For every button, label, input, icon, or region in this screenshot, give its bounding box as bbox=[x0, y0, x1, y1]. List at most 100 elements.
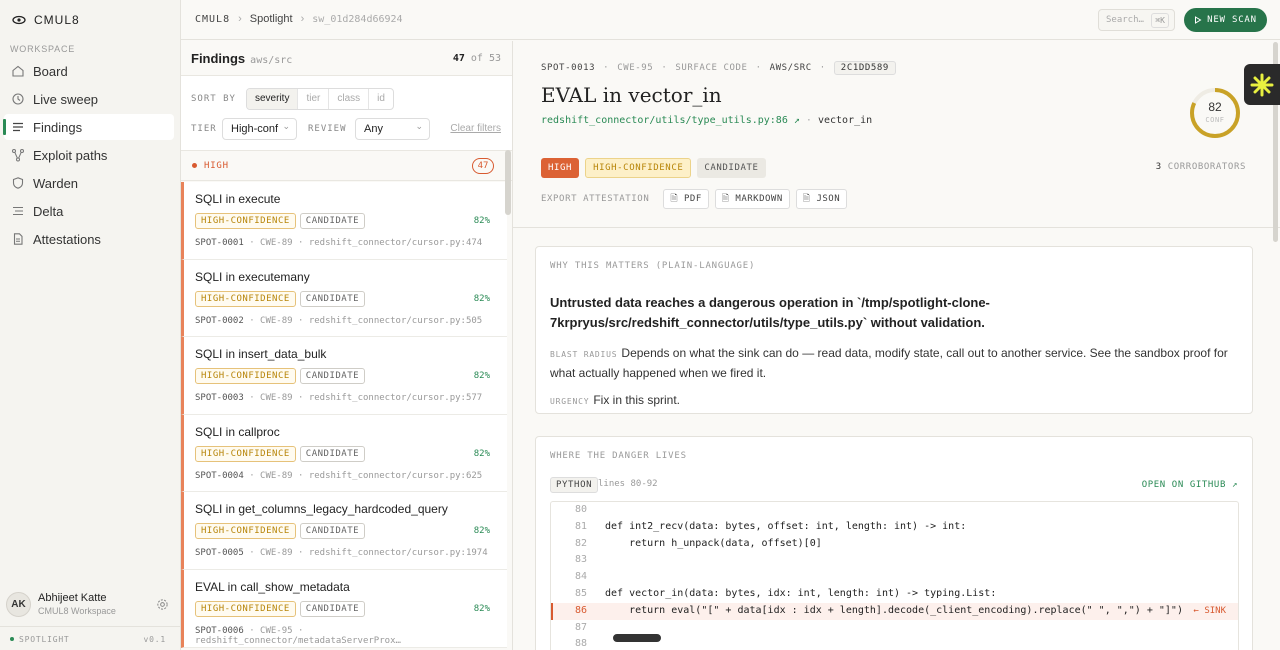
finding-detail: SPOT-0013 · CWE-95 · SURFACE CODE · AWS/SRC… bbox=[513, 41, 1280, 650]
card-title: WHY THIS MATTERS (PLAIN-LANGUAGE) bbox=[550, 261, 756, 271]
document-icon bbox=[13, 233, 23, 245]
tier-badge: HIGH-CONFIDENCE bbox=[195, 445, 296, 462]
finding-title: EVAL in call_show_metadata bbox=[195, 579, 350, 594]
detail-header: SPOT-0013 · CWE-95 · SURFACE CODE · AWS/SRC… bbox=[513, 41, 1280, 228]
sidebar-item-live-sweep[interactable]: Live sweep bbox=[4, 86, 174, 112]
line-number: 86 bbox=[574, 604, 587, 616]
surface-label: SURFACE CODE bbox=[675, 63, 748, 73]
eye-logo-icon bbox=[12, 15, 26, 25]
list-icon bbox=[13, 122, 23, 132]
home-icon bbox=[12, 65, 24, 77]
line-number: 80 bbox=[574, 504, 587, 515]
status-badge: CANDIDATE bbox=[299, 445, 366, 462]
line-number: 85 bbox=[574, 587, 587, 599]
finding-item[interactable]: SQLI in callproc HIGH-CONFIDENCE CANDIDAT… bbox=[181, 414, 507, 493]
file-icon: 🗎 bbox=[802, 194, 817, 204]
urgency: URGENCY Fix in this sprint. bbox=[550, 393, 681, 407]
search-input[interactable]: Search… ⌘K bbox=[1098, 9, 1175, 31]
brand-name: CMUL8 bbox=[34, 13, 80, 27]
finding-item[interactable]: SQLI in execute HIGH-CONFIDENCE CANDIDATE… bbox=[181, 182, 507, 260]
sidebar-item-attestations[interactable]: Attestations bbox=[4, 226, 174, 252]
line-number: 81 bbox=[574, 520, 587, 532]
blast-radius: BLAST RADIUS Depends on what the sink can… bbox=[550, 346, 1228, 380]
clear-filters-link[interactable]: Clear filters bbox=[450, 123, 501, 134]
sidebar-item-findings[interactable]: Findings bbox=[3, 114, 174, 140]
shield-icon bbox=[12, 177, 24, 189]
sidebar-item-label: Board bbox=[33, 63, 68, 79]
status-badge: CANDIDATE bbox=[299, 213, 366, 229]
open-on-github-link[interactable]: OPEN ON GITHUB ↗ bbox=[1142, 480, 1238, 490]
tier-badge: HIGH-CONFIDENCE bbox=[195, 523, 296, 540]
finding-item[interactable]: SQLI in executemany HIGH-CONFIDENCE CANDI… bbox=[181, 259, 507, 338]
sort-label: SORT BY bbox=[191, 94, 236, 104]
status-badge: CANDIDATE bbox=[299, 368, 366, 385]
gear-icon[interactable] bbox=[156, 598, 169, 611]
sidebar-item-warden[interactable]: Warden bbox=[4, 170, 174, 196]
user-workspace: CMUL8 Workspace bbox=[38, 606, 116, 616]
status-dot bbox=[10, 637, 14, 641]
new-scan-label: NEW SCAN bbox=[1207, 15, 1257, 25]
avatar: AK bbox=[6, 592, 31, 617]
code-horizontal-scrollbar[interactable] bbox=[613, 634, 661, 642]
search-placeholder: Search… bbox=[1106, 15, 1144, 25]
code-viewer: 80 81 def int2_recv(data: bytes, offset: i… bbox=[550, 501, 1239, 650]
workspace-label: WORKSPACE bbox=[10, 44, 76, 54]
confidence-label: CONF bbox=[1205, 116, 1225, 124]
finding-title: SQLI in get_columns_legacy_hardcoded_que… bbox=[195, 502, 448, 517]
review-select[interactable]: Any bbox=[355, 116, 430, 140]
sort-option-id[interactable]: id bbox=[369, 89, 393, 109]
file-icon: 🗎 bbox=[670, 194, 684, 204]
confidence-percent: 82% bbox=[473, 603, 490, 614]
export-markdown-button[interactable]: 🗎 MARKDOWN bbox=[714, 189, 790, 209]
export-json-button[interactable]: 🗎 JSON bbox=[795, 189, 848, 209]
filters-panel: SORT BY severity tier class id TIER High… bbox=[181, 75, 512, 151]
line-number: 83 bbox=[574, 554, 587, 566]
findings-count: 47 of 53 bbox=[452, 53, 501, 64]
sidebar-item-label: Attestations bbox=[33, 231, 101, 247]
severity-count: 47 bbox=[472, 158, 494, 174]
code-line: 85 def vector_in(data: bytes, idx: int, l… bbox=[551, 586, 1238, 603]
finding-item[interactable]: SQLI in get_columns_legacy_hardcoded_que… bbox=[181, 492, 507, 570]
new-scan-button[interactable]: NEW SCAN bbox=[1184, 8, 1267, 32]
code-line: 81 def int2_recv(data: bytes, offset: int… bbox=[551, 519, 1238, 536]
list-scrollbar[interactable] bbox=[505, 150, 511, 215]
sink-marker: ← SINK bbox=[1193, 605, 1226, 616]
breadcrumb: CMUL8 › Spotlight › sw_01d284d66924 bbox=[195, 13, 403, 25]
product-label: SPOTLIGHT bbox=[19, 635, 70, 644]
topbar: CMUL8 › Spotlight › sw_01d284d66924 Sear… bbox=[181, 0, 1280, 40]
sort-option-class[interactable]: class bbox=[329, 89, 370, 109]
findings-title: Findings aws/src bbox=[191, 51, 293, 66]
detail-meta: SPOT-0013 · CWE-95 · SURFACE CODE · AWS/SRC… bbox=[541, 61, 896, 75]
corroborators: 3 CORROBORATORS bbox=[1155, 162, 1246, 172]
breadcrumb-spotlight[interactable]: Spotlight bbox=[250, 13, 293, 25]
sort-option-tier[interactable]: tier bbox=[298, 89, 330, 109]
symbol-name: vector_in bbox=[817, 115, 873, 126]
scope-label: AWS/SRC bbox=[769, 63, 812, 73]
brand[interactable]: CMUL8 bbox=[12, 13, 80, 27]
confidence-percent: 82% bbox=[473, 448, 490, 459]
export-label: EXPORT ATTESTATION bbox=[541, 194, 650, 204]
export-pdf-button[interactable]: 🗎 PDF bbox=[663, 189, 709, 209]
finding-item[interactable]: EVAL in call_show_metadata HIGH-CONFIDEN… bbox=[181, 569, 507, 648]
user-profile[interactable]: AK Abhijeet Katte CMUL8 Workspace bbox=[0, 588, 180, 624]
severity-group-high[interactable]: HIGH 47 bbox=[181, 151, 512, 181]
finding-meta: SPOT-0003 · CWE-89 · redshift_connector/… bbox=[195, 393, 483, 404]
finding-item[interactable]: SQLI in insert_data_bulk HIGH-CONFIDENCE… bbox=[181, 337, 507, 415]
assistant-button[interactable] bbox=[1244, 64, 1280, 105]
finding-meta: SPOT-0001 · CWE-89 · redshift_connector/… bbox=[195, 238, 483, 248]
sidebar-item-exploit-paths[interactable]: Exploit paths bbox=[4, 142, 174, 168]
finding-detail-title: EVAL in vector_in bbox=[541, 83, 722, 107]
version-label: v0.1 bbox=[143, 635, 166, 644]
sort-option-severity[interactable]: severity bbox=[247, 89, 299, 109]
code-line: 82 return h_unpack(data, offset)[0] bbox=[551, 536, 1238, 553]
breadcrumb-root[interactable]: CMUL8 bbox=[195, 14, 230, 25]
cwe-label: CWE-95 bbox=[617, 63, 654, 73]
file-link[interactable]: redshift_connector/utils/type_utils.py:8… bbox=[541, 115, 800, 126]
tier-select[interactable]: High-conf bbox=[222, 116, 297, 140]
tier-badge: HIGH-CONFIDENCE bbox=[195, 600, 296, 617]
status-badge: CANDIDATE bbox=[299, 600, 366, 617]
sidebar-item-delta[interactable]: Delta bbox=[4, 198, 174, 224]
sidebar-item-board[interactable]: Board bbox=[4, 58, 174, 84]
finding-items: SQLI in execute HIGH-CONFIDENCE CANDIDATE… bbox=[181, 182, 507, 648]
spark-icon bbox=[1250, 73, 1274, 96]
